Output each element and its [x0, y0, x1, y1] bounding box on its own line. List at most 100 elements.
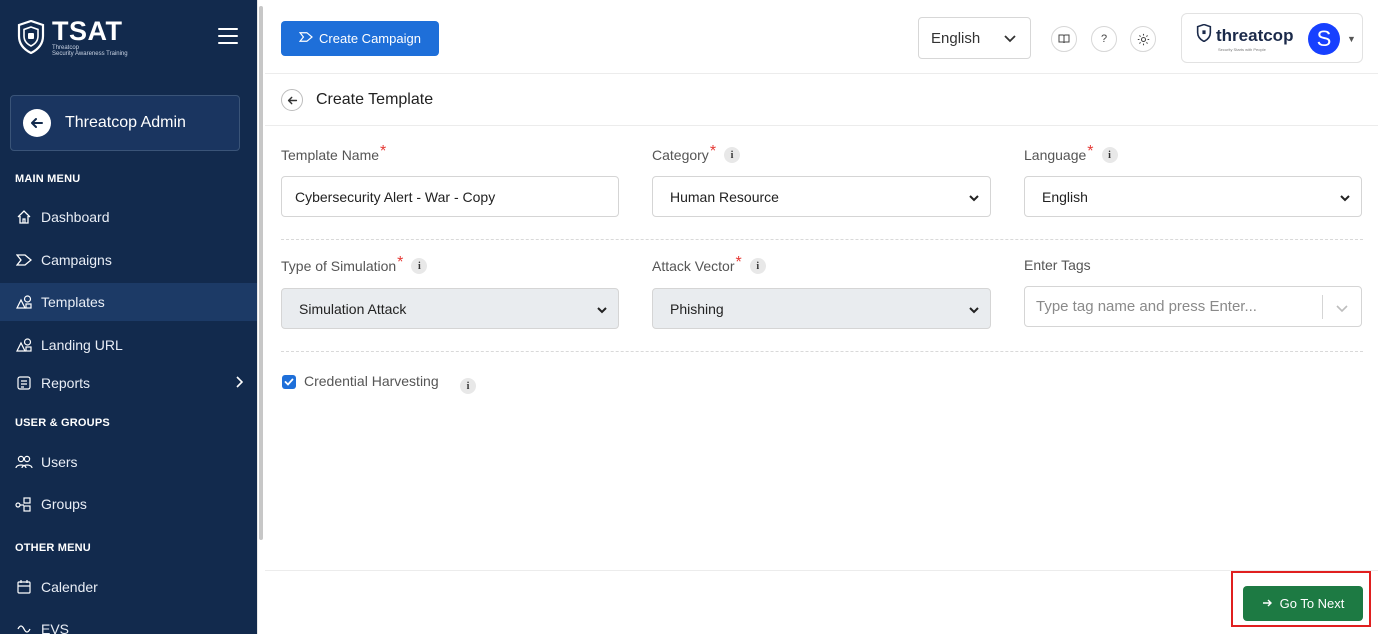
create-campaign-button[interactable]: Create Campaign	[281, 21, 439, 56]
template-name-label: Template Name *	[281, 143, 387, 163]
language-field-value: English	[1042, 188, 1088, 205]
chevron-down-icon	[596, 303, 608, 319]
tags-placeholder: Type tag name and press Enter...	[1036, 298, 1257, 315]
book-icon[interactable]	[1051, 26, 1077, 52]
company-tagline: Security Starts with People	[1218, 47, 1266, 52]
admin-switcher[interactable]: Threatcop Admin	[10, 95, 240, 151]
go-to-next-button[interactable]: Go To Next	[1243, 586, 1363, 621]
campaign-icon	[15, 251, 33, 269]
admin-label: Threatcop Admin	[65, 114, 186, 131]
page-title: Create Template	[316, 91, 434, 108]
sidebar-item-label: Calender	[41, 579, 98, 595]
caret-down-icon[interactable]: ▼	[1347, 34, 1356, 44]
language-value: English	[931, 29, 981, 47]
shield-logo-icon	[16, 19, 46, 55]
sidebar-item-reports[interactable]: Reports	[0, 364, 257, 402]
campaign-icon	[298, 31, 313, 46]
info-icon[interactable]: i	[724, 147, 741, 163]
profile-menu[interactable]: threatcop Security Starts with People S …	[1181, 13, 1363, 63]
evs-icon	[15, 620, 33, 634]
back-arrow-icon[interactable]	[23, 109, 51, 137]
chevron-down-icon	[1339, 191, 1351, 207]
simulation-type-select[interactable]: Simulation Attack	[281, 288, 619, 329]
sidebar: TSAT Threatcop Security Awareness Traini…	[0, 0, 257, 634]
sidebar-item-campaigns[interactable]: Campaigns	[0, 241, 257, 279]
go-to-next-label: Go To Next	[1279, 596, 1345, 611]
template-name-input[interactable]: Cybersecurity Alert - War - Copy	[281, 176, 619, 217]
info-icon[interactable]: i	[749, 258, 766, 274]
sidebar-item-label: Campaigns	[41, 252, 112, 268]
sidebar-item-landing-url[interactable]: Landing URL	[0, 326, 257, 364]
category-label: Category * i	[652, 143, 741, 164]
sidebar-scrollbar[interactable]	[259, 6, 263, 540]
sidebar-item-label: EVS	[41, 621, 70, 634]
hamburger-menu-icon[interactable]	[218, 28, 238, 44]
reports-icon	[15, 374, 33, 392]
category-select[interactable]: Human Resource	[652, 176, 991, 217]
required-marker: *	[380, 143, 387, 160]
threatcop-shield-icon	[1196, 23, 1212, 47]
required-marker: *	[397, 254, 404, 271]
info-icon[interactable]: i	[460, 378, 476, 394]
chevron-down-icon	[968, 303, 980, 319]
sidebar-item-users[interactable]: Users	[0, 443, 257, 481]
attack-vector-label: Attack Vector * i	[652, 254, 766, 275]
help-icon[interactable]: ?	[1091, 26, 1117, 52]
sidebar-item-groups[interactable]: Groups	[0, 485, 257, 523]
landing-icon	[15, 336, 33, 354]
brand-sub-2: Security Awareness Training	[52, 51, 128, 57]
sidebar-item-label: Groups	[41, 496, 87, 512]
footer-divider	[265, 570, 1378, 571]
template-name-value: Cybersecurity Alert - War - Copy	[295, 188, 496, 205]
sidebar-item-label: Dashboard	[41, 209, 110, 225]
gear-icon[interactable]	[1130, 26, 1156, 52]
main-menu-heading: MAIN MENU	[15, 173, 81, 185]
chevron-down-icon	[968, 191, 980, 207]
attack-vector-value: Phishing	[670, 300, 724, 317]
page-header: Create Template	[265, 75, 1378, 126]
chevron-right-icon	[235, 375, 244, 391]
sidebar-item-evs[interactable]: EVS	[0, 610, 257, 634]
sidebar-item-label: Landing URL	[41, 337, 123, 353]
section-divider	[281, 351, 1363, 352]
credential-harvesting-label[interactable]: Credential Harvesting	[304, 373, 439, 389]
tags-input[interactable]: Type tag name and press Enter...	[1024, 286, 1362, 327]
attack-vector-select[interactable]: Phishing	[652, 288, 991, 329]
calendar-icon	[15, 578, 33, 596]
other-menu-heading: OTHER MENU	[15, 542, 91, 554]
section-divider	[281, 239, 1363, 240]
home-icon	[15, 208, 33, 226]
users-groups-heading: USER & GROUPS	[15, 417, 110, 429]
top-bar: Create Campaign English ? threatcop Secu…	[265, 0, 1378, 74]
category-value: Human Resource	[670, 188, 779, 205]
info-icon[interactable]: i	[1101, 147, 1118, 163]
credential-harvesting-checkbox[interactable]	[282, 375, 296, 389]
language-field-select[interactable]: English	[1024, 176, 1362, 217]
sidebar-item-dashboard[interactable]: Dashboard	[0, 198, 257, 236]
back-arrow-icon[interactable]	[281, 89, 303, 111]
sidebar-item-label: Users	[41, 454, 78, 470]
groups-icon	[15, 495, 33, 513]
templates-icon	[15, 293, 33, 311]
arrow-right-icon	[1262, 596, 1272, 611]
users-icon	[15, 453, 33, 471]
required-marker: *	[709, 143, 717, 160]
simulation-type-value: Simulation Attack	[299, 300, 407, 317]
required-marker: *	[735, 254, 742, 271]
language-select[interactable]: English	[918, 17, 1031, 59]
create-campaign-label: Create Campaign	[319, 31, 421, 46]
company-logo-text: threatcop	[1216, 25, 1294, 45]
sidebar-item-calender[interactable]: Calender	[0, 568, 257, 606]
required-marker: *	[1087, 143, 1094, 160]
avatar[interactable]: S	[1308, 23, 1340, 55]
brand-name: TSAT	[52, 16, 123, 46]
language-label: Language * i	[1024, 143, 1118, 164]
chevron-down-icon	[1004, 31, 1016, 48]
sidebar-item-label: Templates	[41, 294, 105, 310]
sidebar-item-templates[interactable]: Templates	[0, 283, 257, 321]
tags-label: Enter Tags	[1024, 257, 1091, 273]
tags-separator	[1322, 295, 1323, 319]
info-icon[interactable]: i	[411, 258, 428, 274]
sidebar-item-label: Reports	[41, 375, 91, 391]
chevron-down-icon[interactable]	[1335, 301, 1349, 317]
